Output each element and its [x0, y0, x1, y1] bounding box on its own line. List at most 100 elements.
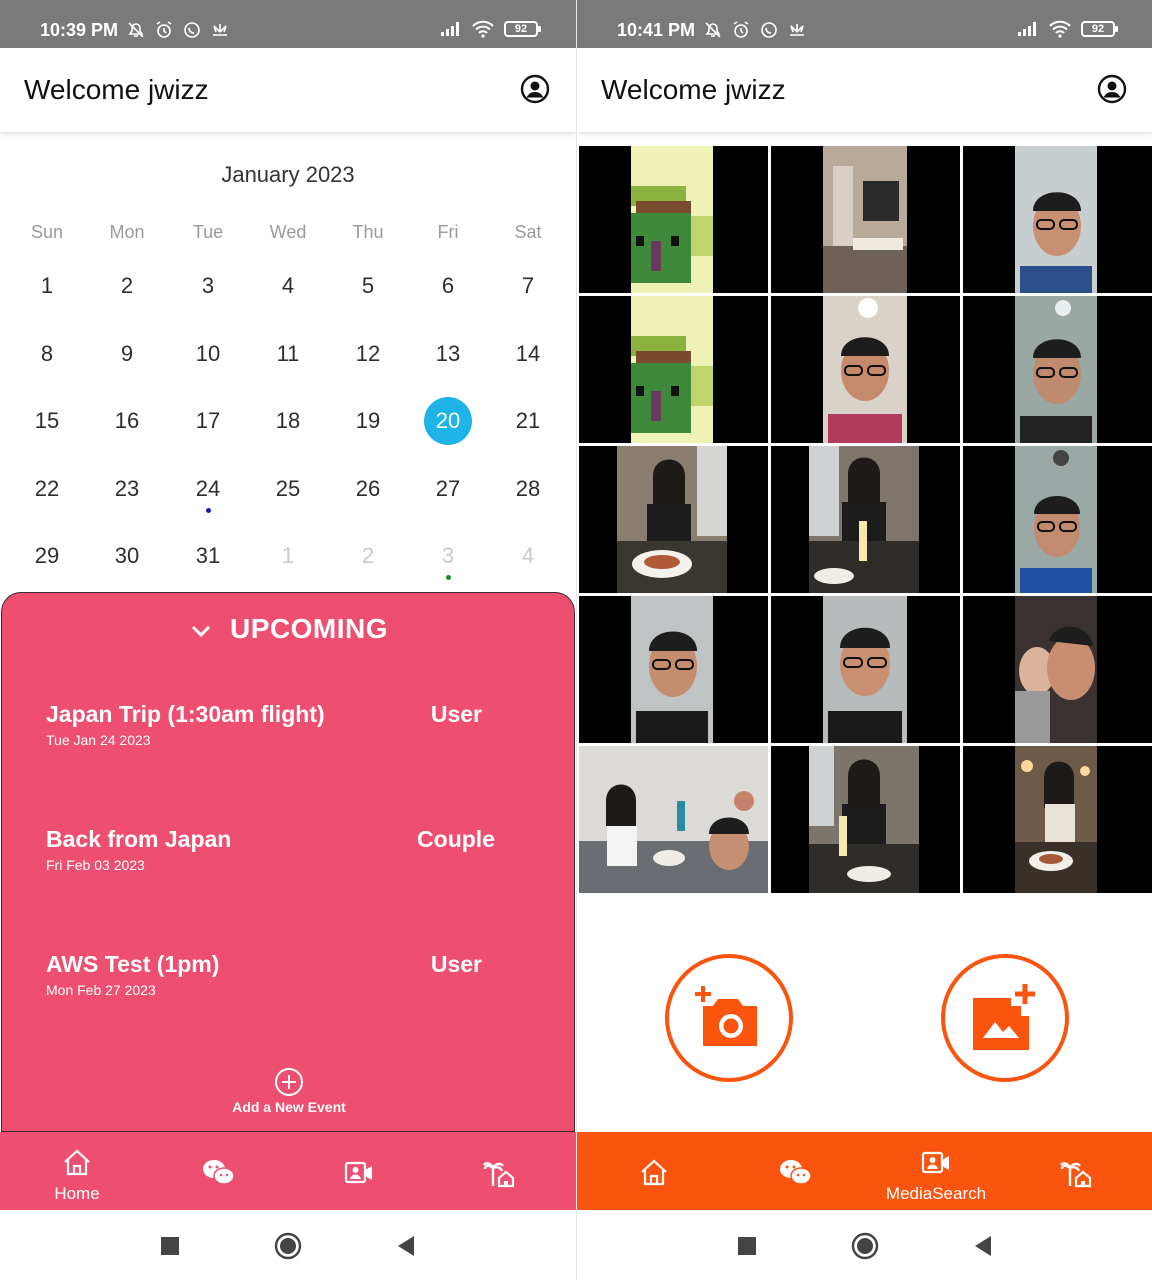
calendar-day[interactable]: 18: [248, 396, 328, 446]
calendar-day-number: 1: [40, 273, 54, 298]
calendar-day[interactable]: 15: [7, 396, 87, 446]
calendar-day-number: 21: [515, 408, 541, 433]
calendar-day[interactable]: 30: [87, 531, 167, 581]
nav-vacation[interactable]: [1005, 1132, 1149, 1210]
media-tile[interactable]: [579, 146, 768, 293]
chevron-down-icon[interactable]: [190, 620, 212, 642]
calendar-day[interactable]: 13: [408, 329, 488, 379]
recents-icon[interactable]: [733, 1232, 761, 1260]
alarm-icon: [156, 21, 172, 38]
calendar-day[interactable]: 29: [7, 531, 87, 581]
upcoming-header[interactable]: UPCOMING: [2, 613, 576, 645]
calendar-day-number: 12: [355, 341, 381, 366]
calendar-day-number: 17: [195, 408, 221, 433]
calendar-day[interactable]: 3: [408, 531, 488, 581]
back-icon[interactable]: [969, 1232, 997, 1260]
calendar-day-number: 24: [195, 476, 221, 501]
nav-home[interactable]: [582, 1132, 726, 1210]
pixel-art-thumbnail: [631, 146, 713, 293]
welcome-title: Welcome jwizz: [601, 74, 786, 105]
media-tile[interactable]: [963, 746, 1152, 893]
media-tile[interactable]: [579, 746, 768, 893]
media-tile[interactable]: [771, 446, 960, 593]
calendar-day[interactable]: 4: [488, 531, 568, 581]
calendar-day[interactable]: 17: [168, 396, 248, 446]
nav-media-search[interactable]: [287, 1132, 431, 1210]
system-status: 92: [1017, 20, 1118, 38]
media-tile[interactable]: [579, 596, 768, 743]
calendar-day[interactable]: 23: [87, 464, 167, 514]
alarm-icon: [733, 21, 749, 38]
nav-vacation[interactable]: [428, 1132, 572, 1210]
calendar-day[interactable]: 7: [488, 261, 568, 311]
home-circle-icon[interactable]: [274, 1232, 302, 1260]
media-tile[interactable]: [771, 146, 960, 293]
calendar-day[interactable]: 2: [87, 261, 167, 311]
calendar-day-number: 26: [355, 476, 381, 501]
calendar-day[interactable]: 3: [168, 261, 248, 311]
media-tile[interactable]: [771, 596, 960, 743]
status-bar: 10:41 PM 92: [577, 0, 1152, 48]
event-date: Tue Jan 24 2023: [46, 732, 151, 748]
weekday-label: Wed: [269, 222, 307, 242]
media-tile[interactable]: [771, 296, 960, 443]
media-tile[interactable]: [963, 446, 1152, 593]
calendar-day[interactable]: 9: [87, 329, 167, 379]
calendar-day[interactable]: 10: [168, 329, 248, 379]
video-contact-icon: [921, 1151, 949, 1174]
calendar-day[interactable]: 14: [488, 329, 568, 379]
media-tile[interactable]: [963, 146, 1152, 293]
calendar-day[interactable]: 1: [7, 261, 87, 311]
calendar-day[interactable]: 28: [488, 464, 568, 514]
calendar-day[interactable]: 20: [408, 396, 488, 446]
media-tile[interactable]: [579, 446, 768, 593]
calendar-day[interactable]: 26: [328, 464, 408, 514]
take-photo-button[interactable]: [665, 954, 793, 1082]
event-item[interactable]: AWS Test (1pm) Mon Feb 27 2023 User: [46, 951, 546, 998]
back-icon[interactable]: [392, 1232, 420, 1260]
media-tile[interactable]: [963, 596, 1152, 743]
notification-icons: [126, 20, 230, 40]
account-circle-icon[interactable]: [520, 74, 550, 104]
battery-indicator: 92: [504, 21, 541, 37]
account-circle-icon[interactable]: [1097, 74, 1127, 104]
nav-chat[interactable]: [723, 1132, 867, 1210]
calendar-day[interactable]: 5: [328, 261, 408, 311]
calendar-day[interactable]: 27: [408, 464, 488, 514]
media-tile[interactable]: [579, 296, 768, 443]
event-item[interactable]: Back from Japan Fri Feb 03 2023 Couple: [46, 826, 546, 873]
calendar-day[interactable]: 22: [7, 464, 87, 514]
calendar-day-number: 20: [424, 397, 472, 445]
calendar-day-number: 19: [355, 408, 381, 433]
home-circle-icon[interactable]: [851, 1232, 879, 1260]
event-tag: Couple: [417, 826, 495, 852]
calendar-day[interactable]: 4: [248, 261, 328, 311]
calendar-day[interactable]: 8: [7, 329, 87, 379]
dinner-photo: [809, 446, 919, 593]
calendar-day[interactable]: 11: [248, 329, 328, 379]
calendar-day[interactable]: 12: [328, 329, 408, 379]
calendar-day[interactable]: 2: [328, 531, 408, 581]
calendar-day[interactable]: 24: [168, 464, 248, 514]
nav-home[interactable]: Home: [5, 1132, 149, 1210]
recents-icon[interactable]: [156, 1232, 184, 1260]
add-event-button[interactable]: Add a New Event: [2, 1067, 576, 1115]
calendar-day[interactable]: 1: [248, 531, 328, 581]
calendar-day[interactable]: 19: [328, 396, 408, 446]
calendar-day[interactable]: 6: [408, 261, 488, 311]
nav-chat[interactable]: [146, 1132, 290, 1210]
cnbc-icon: [790, 24, 804, 36]
calendar-day[interactable]: 31: [168, 531, 248, 581]
nav-media-search[interactable]: MediaSearch: [864, 1132, 1008, 1210]
media-tile[interactable]: [771, 746, 960, 893]
weekday-label: Thu: [352, 222, 384, 242]
media-tile[interactable]: [963, 296, 1152, 443]
bottom-nav: Home: [0, 1132, 576, 1210]
calendar-day[interactable]: 25: [248, 464, 328, 514]
event-item[interactable]: Japan Trip (1:30am flight) Tue Jan 24 20…: [46, 701, 546, 748]
system-navigation: [577, 1210, 1152, 1280]
calendar-day-number: 25: [275, 476, 301, 501]
calendar-day[interactable]: 21: [488, 396, 568, 446]
calendar-day[interactable]: 16: [87, 396, 167, 446]
upload-photo-button[interactable]: [941, 954, 1069, 1082]
